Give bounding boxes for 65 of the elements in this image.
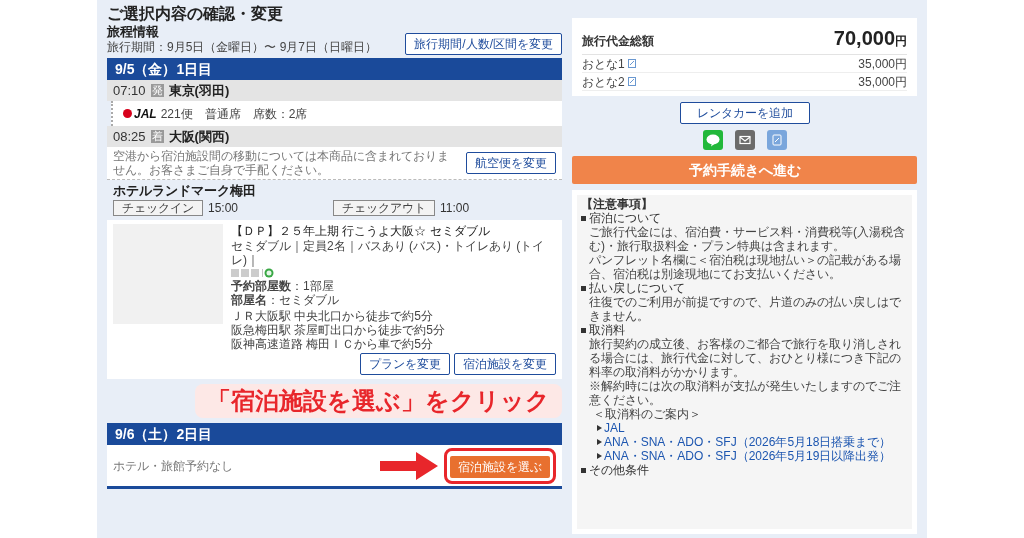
change-hotel-button[interactable]: 宿泊施設を変更	[454, 353, 556, 375]
checkout-time: 11:00	[440, 200, 470, 217]
notes-section-title: その他条件	[589, 463, 649, 477]
room-count: 予約部屋数：1部屋	[231, 279, 335, 293]
time-text: 07:10	[113, 81, 146, 100]
notes-text: 旅行契約の成立後、お客様のご都合で旅行を取り消しされる場合には、旅行代金に対して、おひとり様につき下記の料率の取消料がかかります。	[588, 337, 902, 379]
access-text: 阪神高速道路 梅田ＩＣから車で約5分	[231, 337, 434, 351]
square-bullet-icon	[581, 285, 586, 291]
no-reservation-text: ホテル・旅館予約なし	[113, 457, 233, 475]
square-bullet-icon	[581, 467, 586, 473]
airport-name: 東京(羽田)	[168, 81, 230, 100]
amenity-drawing	[231, 268, 275, 278]
notes-section-title: 宿泊について	[589, 211, 661, 225]
plan-title: 【ＤＰ】２５年上期 行こうよ大阪☆ セミダブル	[231, 224, 491, 239]
notes-section-title: 払い戻しについて	[589, 281, 685, 295]
change-flight-button[interactable]: 航空便を変更	[466, 152, 556, 174]
cancellation-link[interactable]: JAL	[604, 421, 625, 435]
square-bullet-icon	[581, 215, 586, 221]
add-rental-car-button[interactable]: レンタカーを追加	[679, 102, 810, 124]
room-info: セミダブル｜定員2名｜バスあり (バス)・トイレあり (トイレ)｜	[231, 239, 546, 267]
notes-heading: 【注意事項】	[581, 197, 654, 211]
transfer-note: 空港から宿泊施設間の移動については本商品に含まれておりません。お客さまご自身で手配ください。	[113, 149, 450, 177]
checkin-label: チェックイン	[113, 200, 203, 216]
document-icon[interactable]	[627, 59, 636, 68]
change-period-button[interactable]: 旅行期間/人数/区間を変更	[405, 33, 562, 55]
airline-logo: JAL	[123, 104, 157, 123]
currency-unit: 円	[895, 34, 907, 50]
checkout-label: チェックアウト	[333, 200, 436, 216]
badge: 着	[150, 130, 164, 143]
airport-name: 大阪(関西)	[168, 127, 230, 146]
mail-icon[interactable]	[734, 130, 755, 150]
access-text: 阪急梅田駅 茶屋町出口から徒歩で約5分	[231, 323, 446, 337]
passenger-price: 35,000円	[858, 55, 907, 73]
day-header: 9/5（金）1日目	[107, 58, 562, 80]
cancellation-link[interactable]: ANA・SNA・ADO・SFJ（2026年5月18日搭乗まで）	[604, 435, 892, 449]
passenger-label: おとな1	[582, 55, 625, 73]
notes-text: パンフレット名欄に＜宿泊税は現地払い＞の記載がある場合、宿泊税は別途現地にてお支払いください。	[588, 253, 902, 281]
notes-section-title: 取消料	[589, 323, 625, 337]
notes-text: 往復でのご利用が前提ですので、片道のみの払い戻しはできません。	[588, 295, 902, 323]
chat-bubble-icon[interactable]	[702, 130, 723, 150]
time-text: 08:25	[113, 127, 146, 146]
cancellation-link[interactable]: ANA・SNA・ADO・SFJ（2026年5月19日以降出発）	[604, 449, 892, 463]
change-plan-button[interactable]: プランを変更	[360, 353, 450, 375]
total-label: 旅行代金総額	[582, 33, 654, 50]
square-bullet-icon	[581, 327, 586, 333]
notes-text: ※解約時には次の取消料が支払が発生いたしますのでご注意ください。	[588, 379, 902, 407]
access-text: ＪＲ大阪駅 中央北口から徒歩で約5分	[231, 309, 434, 323]
document-icon[interactable]	[627, 77, 636, 86]
passenger-price: 35,000円	[858, 73, 907, 91]
section-heading: 旅程情報	[107, 24, 160, 40]
badge: 発	[150, 84, 164, 97]
travel-period: 旅行期間：9月5日（金曜日）〜 9月7日（日曜日）	[107, 40, 378, 55]
page-title: ご選択内容の確認・変更	[107, 4, 284, 24]
notes-text: ＜取消料のご案内＞	[592, 407, 702, 421]
document-icon[interactable]	[766, 130, 787, 150]
passenger-label: おとな2	[582, 73, 625, 91]
hotel-name: ホテルランドマーク梅田	[113, 182, 257, 199]
checkin-time: 15:00	[208, 200, 239, 217]
flight-detail: 221便 普通席 席数：2席	[160, 105, 308, 123]
total-price: 70,000	[833, 26, 895, 51]
notes-text: ご旅行代金には、宿泊費・サービス料・消費税等(入湯税含む)・旅行取扱料金・プラン特典は含まれます。	[588, 225, 906, 253]
callout-banner: 「宿泊施設を選ぶ」をクリック	[195, 384, 562, 418]
day-header: 9/6（土）2日目	[107, 423, 562, 445]
arrow-icon	[380, 451, 438, 480]
room-name: 部屋名：セミダブル	[231, 293, 340, 307]
